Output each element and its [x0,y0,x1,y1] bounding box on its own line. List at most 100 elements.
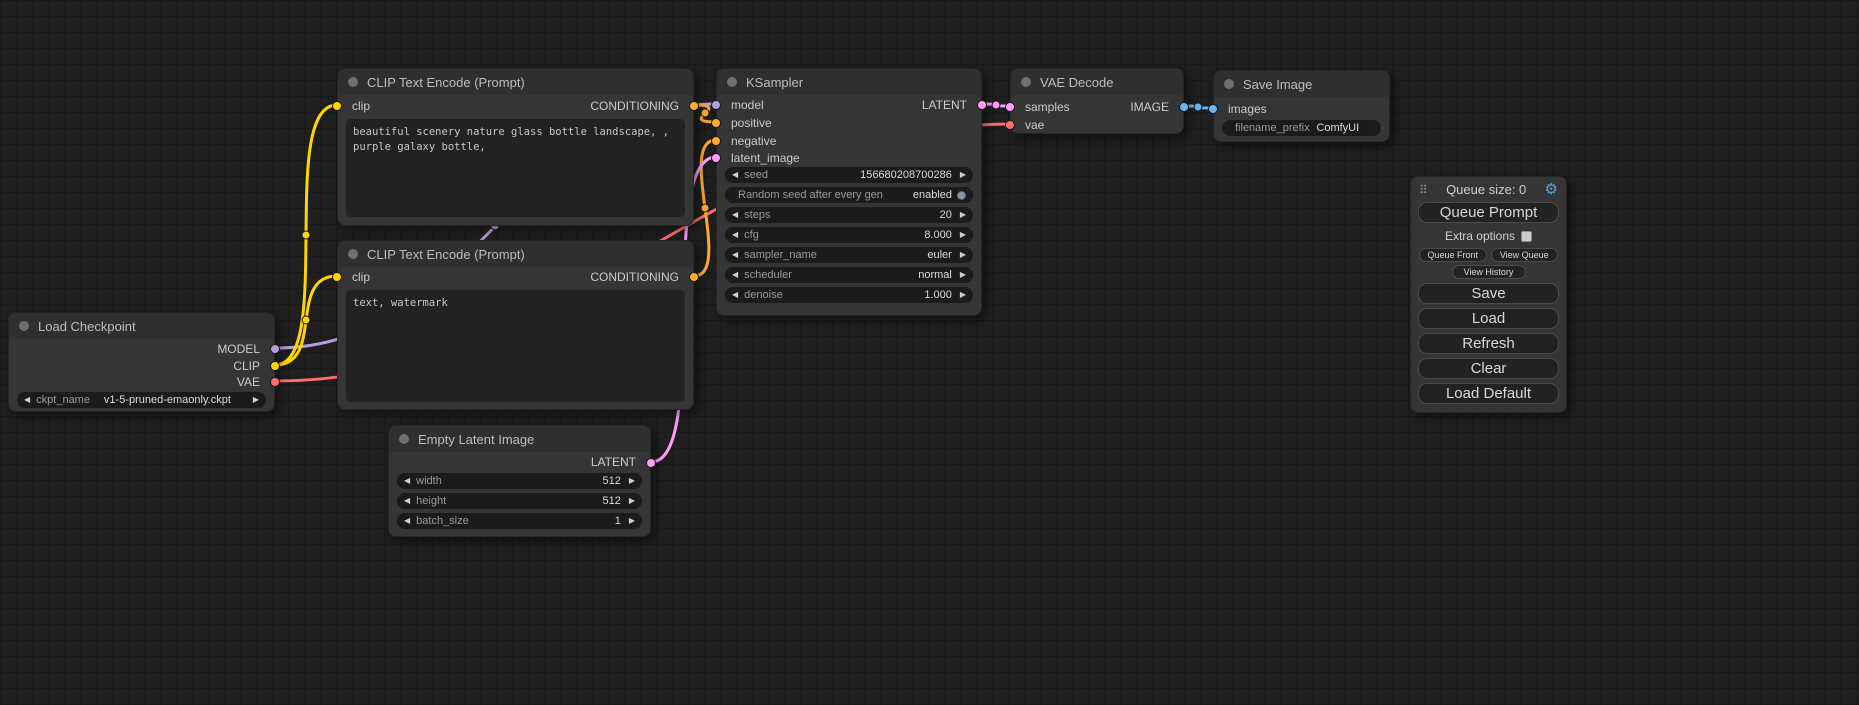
extra-options-checkbox[interactable] [1521,231,1532,242]
collapse-dot-icon[interactable] [348,249,358,259]
port-image-output[interactable] [1179,102,1189,112]
port-vae-output[interactable] [270,377,280,387]
decrement-arrow-icon[interactable]: ◀ [732,227,738,243]
decrement-arrow-icon[interactable]: ◀ [732,267,738,283]
widget-width[interactable]: ◀ width 512 ▶ [397,473,642,489]
port-model-output[interactable] [270,344,280,354]
queue-front-button[interactable]: Queue Front [1419,248,1487,262]
port-positive-input[interactable] [711,118,721,128]
clear-button[interactable]: Clear [1418,358,1559,379]
extra-options-label: Extra options [1445,229,1515,243]
port-clip-input[interactable] [332,272,342,282]
view-queue-button[interactable]: View Queue [1491,248,1559,262]
port-clip-output[interactable] [270,361,280,371]
node-clip-text-encode-negative[interactable]: CLIP Text Encode (Prompt) clip CONDITION… [337,240,694,410]
collapse-dot-icon[interactable] [348,77,358,87]
increment-arrow-icon[interactable]: ▶ [960,267,966,283]
widget-cfg[interactable]: ◀ cfg 8.000 ▶ [725,227,973,243]
port-negative-input[interactable] [711,136,721,146]
increment-arrow-icon[interactable]: ▶ [960,167,966,183]
widget-sampler-name[interactable]: ◀ sampler_name euler ▶ [725,247,973,263]
decrement-arrow-icon[interactable]: ◀ [732,207,738,223]
negative-prompt-textarea[interactable]: text, watermark [346,290,685,402]
collapse-dot-icon[interactable] [1021,77,1031,87]
port-images-input[interactable] [1208,104,1218,114]
widget-label: seed [744,169,768,181]
queue-panel-drag-handle[interactable]: ⠿ [1419,183,1428,197]
input-label-images: images [1228,101,1267,117]
decrement-arrow-icon[interactable]: ◀ [732,167,738,183]
collapse-dot-icon[interactable] [19,321,29,331]
decrement-arrow-icon[interactable]: ◀ [404,493,410,509]
node-title: CLIP Text Encode (Prompt) [367,75,525,90]
port-conditioning-output[interactable] [689,272,699,282]
widget-label: cfg [744,229,759,241]
node-title-bar[interactable]: KSampler [717,69,981,95]
node-title-bar[interactable]: Save Image [1214,71,1389,97]
collapse-dot-icon[interactable] [399,434,409,444]
graph-canvas[interactable]: { "icons": { "arrow_left": "◀", "arrow_r… [0,0,1859,705]
widget-filename-prefix[interactable]: filename_prefix ComfyUI [1222,120,1381,136]
collapse-dot-icon[interactable] [1224,79,1234,89]
port-latent-output[interactable] [977,100,987,110]
widget-ckpt-name[interactable]: ◀ ckpt_name v1-5-pruned-emaonly.ckpt ▶ [17,392,266,408]
output-label-latent: LATENT [591,454,636,470]
increment-arrow-icon[interactable]: ▶ [960,207,966,223]
port-samples-input[interactable] [1005,102,1015,112]
port-latent-image-input[interactable] [711,153,721,163]
refresh-button[interactable]: Refresh [1418,333,1559,354]
view-history-button[interactable]: View History [1452,265,1526,279]
save-button[interactable]: Save [1418,283,1559,304]
node-title-bar[interactable]: VAE Decode [1011,69,1183,95]
increment-arrow-icon[interactable]: ▶ [629,513,635,529]
node-ksampler[interactable]: KSampler model positive negative latent_… [716,68,982,316]
queue-panel[interactable]: ⠿ Queue size: 0 ⚙ Queue Prompt Extra opt… [1410,176,1567,413]
node-title-bar[interactable]: CLIP Text Encode (Prompt) [338,69,693,95]
wire-midpoint-dot [302,316,310,324]
widget-value: 156680208700286 [768,169,952,181]
port-conditioning-output[interactable] [689,101,699,111]
widget-value: enabled [913,189,952,201]
decrement-arrow-icon[interactable]: ◀ [732,287,738,303]
node-title-bar[interactable]: CLIP Text Encode (Prompt) [338,241,693,267]
positive-prompt-textarea[interactable]: beautiful scenery nature glass bottle la… [346,119,685,217]
collapse-dot-icon[interactable] [727,77,737,87]
increment-arrow-icon[interactable]: ▶ [253,392,259,408]
widget-height[interactable]: ◀ height 512 ▶ [397,493,642,509]
widget-value: v1-5-pruned-emaonly.ckpt [90,394,245,406]
node-title-bar[interactable]: Empty Latent Image [389,426,650,452]
decrement-arrow-icon[interactable]: ◀ [404,473,410,489]
increment-arrow-icon[interactable]: ▶ [629,493,635,509]
port-model-input[interactable] [711,100,721,110]
widget-denoise[interactable]: ◀ denoise 1.000 ▶ [725,287,973,303]
node-title-bar[interactable]: Load Checkpoint [9,313,274,339]
increment-arrow-icon[interactable]: ▶ [629,473,635,489]
port-clip-input[interactable] [332,101,342,111]
queue-prompt-button[interactable]: Queue Prompt [1418,202,1559,223]
increment-arrow-icon[interactable]: ▶ [960,247,966,263]
node-clip-text-encode-positive[interactable]: CLIP Text Encode (Prompt) clip CONDITION… [337,68,694,226]
load-button[interactable]: Load [1418,308,1559,329]
increment-arrow-icon[interactable]: ▶ [960,227,966,243]
decrement-arrow-icon[interactable]: ◀ [24,392,30,408]
widget-random-seed-toggle[interactable]: Random seed after every gen enabled [725,187,973,203]
widget-scheduler[interactable]: ◀ scheduler normal ▶ [725,267,973,283]
settings-gear-icon[interactable]: ⚙ [1545,183,1558,197]
widget-value: 20 [770,209,951,221]
node-load-checkpoint[interactable]: Load Checkpoint MODEL CLIP VAE ◀ ckpt_na… [8,312,275,412]
widget-batch-size[interactable]: ◀ batch_size 1 ▶ [397,513,642,529]
port-latent-output[interactable] [646,458,656,468]
wire-midpoint-dot [701,109,709,117]
widget-steps[interactable]: ◀ steps 20 ▶ [725,207,973,223]
node-empty-latent-image[interactable]: Empty Latent Image LATENT ◀ width 512 ▶ … [388,425,651,537]
load-default-button[interactable]: Load Default [1418,383,1559,404]
node-save-image[interactable]: Save Image images filename_prefix ComfyU… [1213,70,1390,142]
widget-seed[interactable]: ◀ seed 156680208700286 ▶ [725,167,973,183]
port-vae-input[interactable] [1005,120,1015,130]
increment-arrow-icon[interactable]: ▶ [960,287,966,303]
decrement-arrow-icon[interactable]: ◀ [404,513,410,529]
decrement-arrow-icon[interactable]: ◀ [732,247,738,263]
widget-value: 1.000 [783,289,952,301]
node-vae-decode[interactable]: VAE Decode samples vae IMAGE [1010,68,1184,134]
toggle-dot-icon[interactable] [957,191,966,200]
